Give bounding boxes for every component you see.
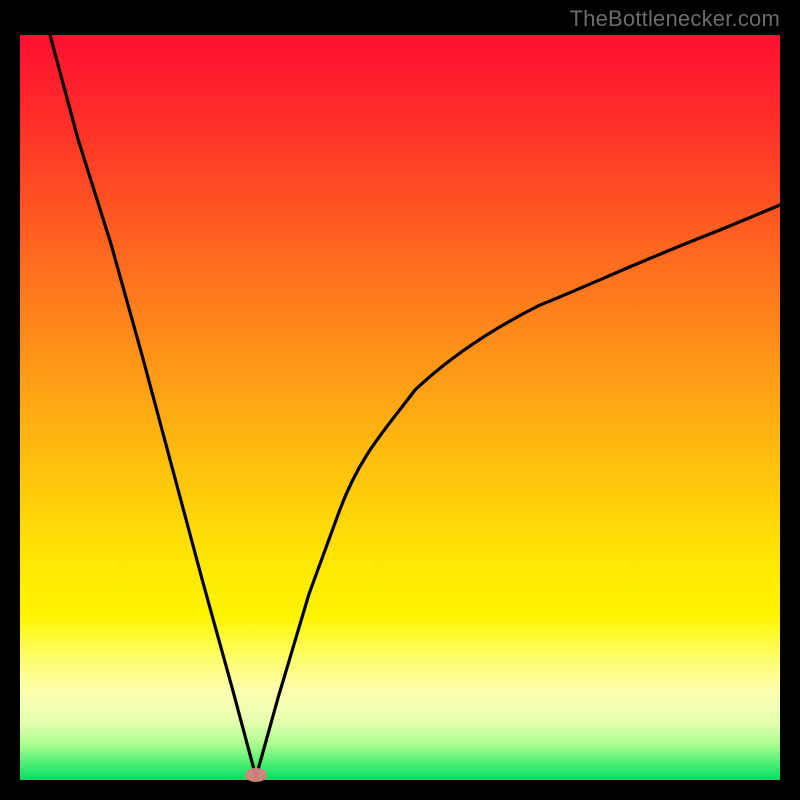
curve-path <box>50 35 780 777</box>
optimal-point-marker <box>245 768 267 782</box>
attribution-label: TheBottlenecker.com <box>570 6 780 32</box>
chart-frame: TheBottlenecker.com <box>0 0 800 800</box>
bottleneck-curve <box>20 35 780 780</box>
plot-area <box>20 35 780 780</box>
